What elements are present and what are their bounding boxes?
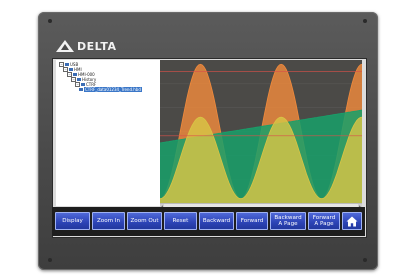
- zoom-in-button[interactable]: Zoom In: [92, 212, 125, 230]
- screw: [363, 258, 367, 262]
- backward-a-page-button[interactable]: Backward A Page: [270, 212, 306, 230]
- folder-icon: [77, 78, 81, 81]
- home-icon: [346, 216, 358, 226]
- screw: [48, 258, 52, 262]
- file-tree[interactable]: − USB − HMI − HMI-000 − History − CTRF C…: [56, 60, 160, 206]
- zoom-in-button-label: Zoom In: [96, 218, 121, 224]
- trend-chart[interactable]: [160, 60, 362, 203]
- forward-a-page-button[interactable]: Forward A Page: [308, 212, 340, 230]
- zoom-out-button-label: Zoom Out: [130, 218, 159, 224]
- backward-button[interactable]: Backward: [199, 212, 234, 230]
- home-button[interactable]: [342, 212, 362, 230]
- zoom-out-button[interactable]: Zoom Out: [127, 212, 162, 230]
- file-icon: [79, 88, 83, 91]
- forward-button[interactable]: Forward: [236, 212, 268, 230]
- brand-name: DELTA: [77, 39, 117, 53]
- backward-a-page-label-line2: A Page: [278, 221, 298, 227]
- reset-button-label: Reset: [172, 218, 189, 224]
- backward-button-label: Backward: [202, 218, 231, 224]
- screw: [48, 19, 52, 23]
- reset-button[interactable]: Reset: [164, 212, 197, 230]
- tree-item-selected[interactable]: CTRF_data01234_Trend.hbd: [79, 87, 142, 92]
- display-button[interactable]: Display: [55, 212, 90, 230]
- trend-chart-plot: [160, 60, 362, 203]
- folder-icon: [73, 73, 77, 76]
- forward-a-page-label-line2: A Page: [314, 221, 334, 227]
- delta-logo: DELTA: [56, 39, 117, 53]
- folder-icon: [81, 83, 85, 86]
- folder-icon: [65, 63, 69, 66]
- screw: [363, 19, 367, 23]
- delta-logo-icon: [56, 40, 74, 52]
- tree-item-label: CTRF_data01234_Trend.hbd: [84, 87, 142, 92]
- display-button-label: Display: [62, 218, 83, 224]
- forward-button-label: Forward: [240, 218, 264, 224]
- folder-icon: [69, 68, 73, 71]
